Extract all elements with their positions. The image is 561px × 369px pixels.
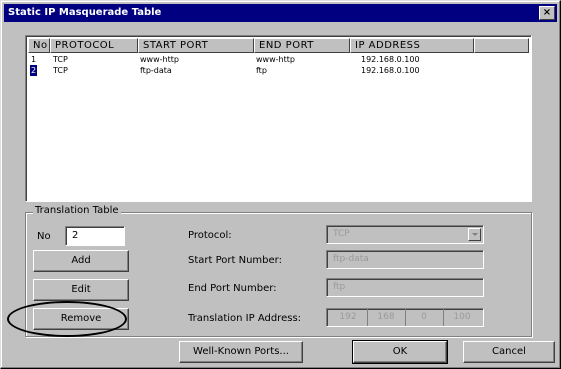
ip-octet-4: 100 <box>453 312 471 322</box>
row-no: 1 <box>31 55 37 64</box>
no-label: No <box>37 231 51 242</box>
ip-separator <box>367 309 368 326</box>
column-header-blank <box>474 38 529 53</box>
start-port-label: Start Port Number: <box>188 255 282 266</box>
row-end-port: ftp <box>256 66 267 75</box>
column-header-no[interactable]: No <box>28 38 50 53</box>
row-protocol: TCP <box>53 66 68 75</box>
no-field[interactable]: 2 <box>65 226 125 246</box>
column-header-end-port[interactable]: END PORT <box>254 38 350 53</box>
ok-button[interactable]: OK <box>352 340 448 364</box>
end-port-label: End Port Number: <box>188 283 277 294</box>
start-port-field: ftp-data <box>326 250 484 269</box>
table-row[interactable]: 1 TCP www-http www-http 192.168.0.100 <box>28 54 529 65</box>
protocol-label: Protocol: <box>188 230 232 241</box>
row-ip-address: 192.168.0.100 <box>361 55 420 64</box>
ip-octet-1: 192 <box>339 312 357 322</box>
annotation-ellipse <box>7 301 127 337</box>
row-end-port: www-http <box>256 55 295 64</box>
dialog-window: Static IP Masquerade Table × No PROTOCOL… <box>0 0 561 369</box>
row-protocol: TCP <box>53 55 68 64</box>
ip-octet-3: 0 <box>421 312 427 322</box>
close-icon[interactable]: × <box>539 6 555 20</box>
column-header-ip-address[interactable]: IP ADDRESS <box>350 38 474 53</box>
row-start-port: ftp-data <box>140 66 172 75</box>
ip-separator <box>405 309 406 326</box>
end-port-field: ftp <box>326 278 484 297</box>
row-ip-address: 192.168.0.100 <box>361 66 420 75</box>
translation-ip-label: Translation IP Address: <box>188 313 302 324</box>
list-header: No PROTOCOL START PORT END PORT IP ADDRE… <box>28 38 529 53</box>
masquerade-list[interactable]: No PROTOCOL START PORT END PORT IP ADDRE… <box>25 35 532 202</box>
cancel-button[interactable]: Cancel <box>463 341 555 363</box>
table-row[interactable]: 2 TCP ftp-data ftp 192.168.0.100 <box>28 65 529 76</box>
protocol-select: TCP <box>326 225 484 244</box>
ip-separator <box>443 309 444 326</box>
edit-button[interactable]: Edit <box>33 279 129 301</box>
chevron-down-icon <box>468 228 481 241</box>
well-known-ports-button[interactable]: Well-Known Ports... <box>179 341 303 363</box>
group-legend: Translation Table <box>33 205 121 216</box>
ip-octet-2: 168 <box>377 312 395 322</box>
row-start-port: www-http <box>140 55 179 64</box>
window-title: Static IP Masquerade Table <box>8 7 162 18</box>
translation-ip-field: 192 168 0 100 <box>326 308 484 327</box>
column-header-start-port[interactable]: START PORT <box>138 38 254 53</box>
add-button[interactable]: Add <box>33 250 129 272</box>
row-no: 2 <box>30 65 38 76</box>
title-bar[interactable]: Static IP Masquerade Table × <box>4 4 557 22</box>
column-header-protocol[interactable]: PROTOCOL <box>50 38 138 53</box>
protocol-value: TCP <box>333 229 350 239</box>
